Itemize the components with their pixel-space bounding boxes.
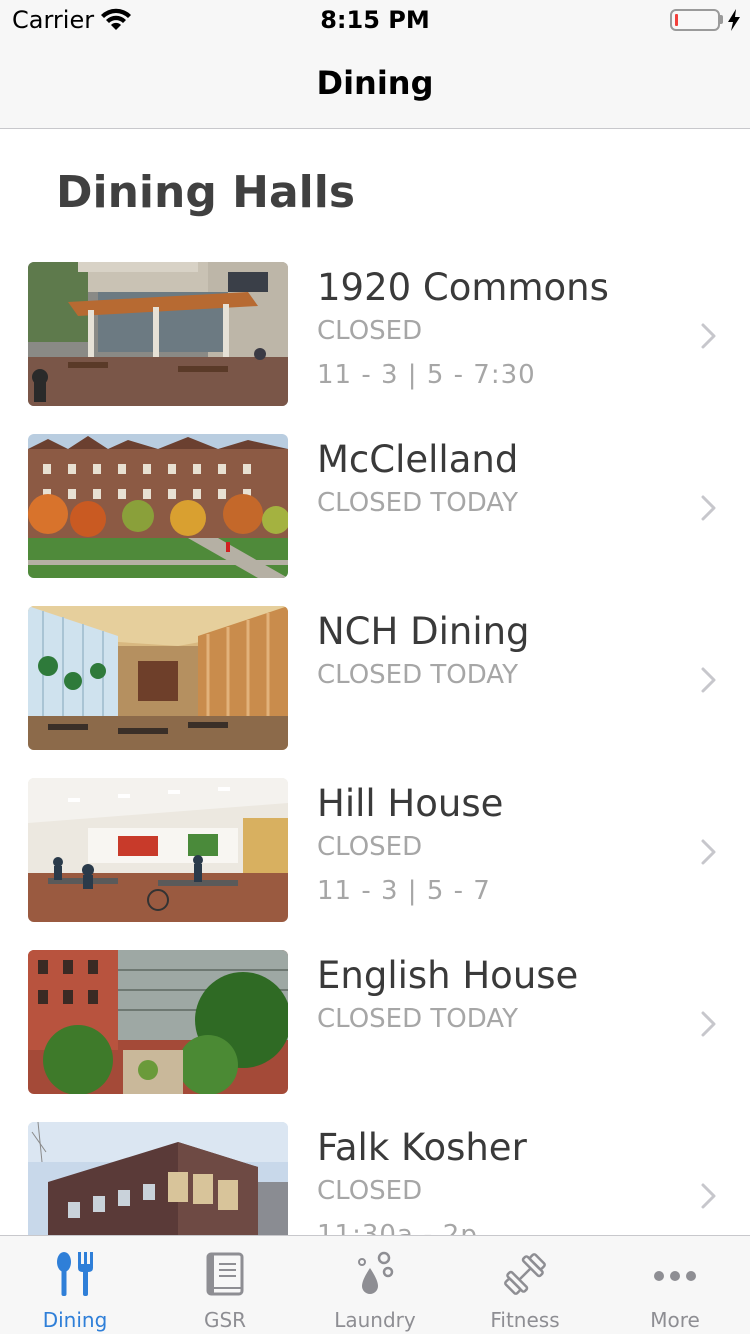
tab-label: Dining xyxy=(42,1308,108,1332)
dining-halls-list[interactable]: Dining Halls 1920 Commons CLOSED 11 - 3 … xyxy=(0,129,750,1235)
hall-photo xyxy=(28,606,288,750)
battery-level xyxy=(675,14,678,26)
charging-icon xyxy=(728,9,740,31)
hall-photo xyxy=(28,262,288,406)
dining-hall-row-english-house[interactable]: English House CLOSED TODAY xyxy=(0,950,750,1122)
status-time: 8:15 PM xyxy=(320,6,430,34)
chevron-right-icon xyxy=(701,839,716,865)
hall-name: 1920 Commons xyxy=(317,266,609,309)
hall-photo xyxy=(28,778,288,922)
dining-hall-row-hill-house[interactable]: Hill House CLOSED 11 - 3 | 5 - 7 xyxy=(0,778,750,950)
dining-hall-row-falk-kosher[interactable]: Falk Kosher CLOSED 11:30a - 2p xyxy=(0,1122,750,1235)
hall-status: CLOSED xyxy=(317,832,423,862)
hall-photo xyxy=(28,434,288,578)
hall-status: CLOSED TODAY xyxy=(317,660,518,690)
hall-photo xyxy=(28,950,288,1094)
chevron-right-icon xyxy=(701,1183,716,1209)
dumbbell-icon xyxy=(504,1253,546,1295)
dining-hall-row-mcclelland[interactable]: McClelland CLOSED TODAY xyxy=(0,434,750,606)
dining-hall-row-nch-dining[interactable]: NCH Dining CLOSED TODAY xyxy=(0,606,750,778)
page-title: Dining xyxy=(316,64,434,102)
section-title: Dining Halls xyxy=(56,167,356,218)
hall-status: CLOSED xyxy=(317,316,423,346)
chevron-right-icon xyxy=(701,667,716,693)
tab-gsr[interactable]: GSR xyxy=(150,1236,300,1334)
hall-hours: 11 - 3 | 5 - 7 xyxy=(317,876,491,906)
tab-label: GSR xyxy=(203,1308,247,1332)
hall-status: CLOSED xyxy=(317,1176,423,1206)
tab-label: More xyxy=(650,1308,700,1332)
dining-hall-row-1920-commons[interactable]: 1920 Commons CLOSED 11 - 3 | 5 - 7:30 xyxy=(0,262,750,434)
chevron-right-icon xyxy=(701,495,716,521)
tab-fitness[interactable]: Fitness xyxy=(450,1236,600,1334)
hall-hours: 11:30a - 2p xyxy=(317,1220,478,1235)
hall-name: Hill House xyxy=(317,782,504,825)
battery-icon xyxy=(670,9,720,31)
more-icon xyxy=(654,1271,696,1281)
book-icon xyxy=(206,1252,244,1296)
hall-hours: 11 - 3 | 5 - 7:30 xyxy=(317,360,536,390)
hall-name: NCH Dining xyxy=(317,610,530,653)
tab-dining[interactable]: Dining xyxy=(0,1236,150,1334)
hall-name: McClelland xyxy=(317,438,519,481)
laundry-icon xyxy=(358,1251,394,1294)
hall-status: CLOSED TODAY xyxy=(317,1004,518,1034)
hall-name: Falk Kosher xyxy=(317,1126,527,1169)
tab-label: Fitness xyxy=(490,1308,560,1332)
hall-name: English House xyxy=(317,954,579,997)
tab-laundry[interactable]: Laundry xyxy=(300,1236,450,1334)
dining-icon xyxy=(57,1252,93,1296)
chevron-right-icon xyxy=(701,1011,716,1037)
chevron-right-icon xyxy=(701,323,716,349)
tab-bar: Dining GSR Laundry Fitness More xyxy=(0,1235,750,1334)
navigation-bar: Dining xyxy=(0,40,750,129)
battery-cap xyxy=(720,15,723,24)
tab-more[interactable]: More xyxy=(600,1236,750,1334)
hall-status: CLOSED TODAY xyxy=(317,488,518,518)
status-bar: Carrier 8:15 PM xyxy=(0,0,750,40)
hall-photo xyxy=(28,1122,288,1235)
tab-label: Laundry xyxy=(334,1308,416,1332)
